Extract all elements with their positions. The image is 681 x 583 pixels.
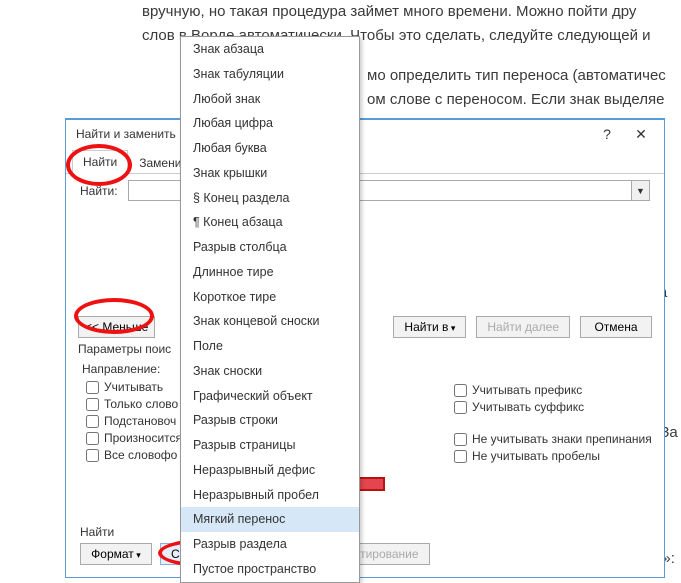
special-menu-item[interactable]: Поле <box>181 334 359 359</box>
special-menu-item[interactable]: Знак табуляции <box>181 62 359 87</box>
special-menu-item[interactable]: Короткое тире <box>181 285 359 310</box>
special-menu-item[interactable]: Пустое пространство <box>181 557 359 582</box>
chk-ignore-spaces[interactable]: Не учитывать пробелы <box>454 449 681 463</box>
find-label: Найти: <box>80 184 118 198</box>
find-next-button[interactable]: Найти далее <box>476 316 570 338</box>
special-menu-item[interactable]: Знак концевой сноски <box>181 309 359 334</box>
chk-ignore-punct[interactable]: Не учитывать знаки препинания <box>454 432 681 446</box>
chk-prefix[interactable]: Учитывать префикс <box>454 383 681 397</box>
chk-suffix[interactable]: Учитывать суффикс <box>454 400 681 414</box>
special-menu-item[interactable]: Разрыв столбца <box>181 235 359 260</box>
special-menu-item[interactable]: § Конец раздела <box>181 186 359 211</box>
find-in-button[interactable]: Найти в <box>393 316 466 338</box>
special-menu-item[interactable]: Знак абзаца <box>181 37 359 62</box>
close-button[interactable]: ✕ <box>624 122 658 146</box>
special-menu-item[interactable]: Знак сноски <box>181 359 359 384</box>
special-menu-item[interactable]: Длинное тире <box>181 260 359 285</box>
special-menu-item[interactable]: Любая цифра <box>181 111 359 136</box>
cancel-button[interactable]: Отмена <box>580 316 652 338</box>
params-label: Параметры поис <box>78 342 171 356</box>
special-menu-item[interactable]: Графический объект <box>181 384 359 409</box>
special-menu-item[interactable]: Неразрывный дефис <box>181 458 359 483</box>
help-button[interactable]: ? <box>590 122 624 146</box>
find-dropdown-icon[interactable]: ▼ <box>631 181 649 200</box>
special-menu-item[interactable]: Знак крышки <box>181 161 359 186</box>
special-menu-item[interactable]: Разрыв страницы <box>181 433 359 458</box>
special-menu-item[interactable]: Неразрывный пробел <box>181 483 359 508</box>
find-replace-dialog: Найти и заменить ? ✕ Найти Замени Найти:… <box>65 118 665 578</box>
special-menu-item[interactable]: Разрыв раздела <box>181 532 359 557</box>
special-menu-item[interactable]: Мягкий перенос <box>181 507 359 532</box>
special-menu-item[interactable]: ¶ Конец абзаца <box>181 210 359 235</box>
format-button[interactable]: Формат <box>80 543 152 565</box>
special-menu: Знак абзацаЗнак табуляцииЛюбой знакЛюбая… <box>180 36 360 583</box>
less-button[interactable]: << Меньше <box>78 316 155 338</box>
special-menu-item[interactable]: Разрыв строки <box>181 408 359 433</box>
special-menu-item[interactable]: Любая буква <box>181 136 359 161</box>
special-menu-item[interactable]: Любой знак <box>181 87 359 112</box>
tab-find[interactable]: Найти <box>72 150 128 174</box>
